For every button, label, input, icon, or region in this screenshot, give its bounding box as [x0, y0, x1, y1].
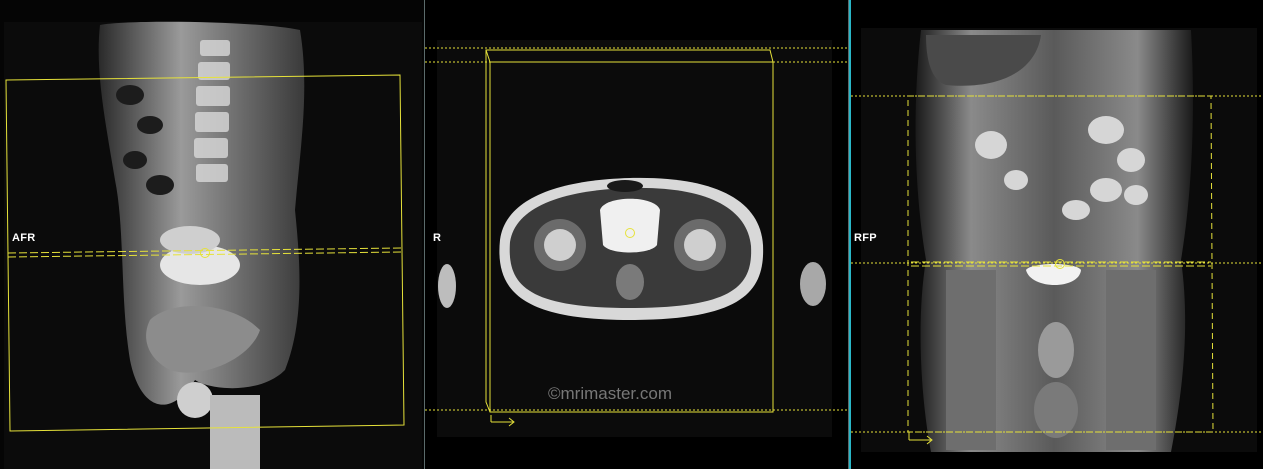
coronal-viewport[interactable]: RFP	[851, 0, 1263, 469]
sagittal-image	[0, 0, 424, 469]
orientation-label-sagittal: AFR	[12, 232, 36, 244]
orientation-label-coronal: RFP	[854, 232, 877, 244]
watermark: ©mrimaster.com	[548, 384, 672, 403]
orientation-label-axial: R	[433, 232, 442, 244]
sagittal-viewport[interactable]: AFR	[0, 0, 424, 469]
coronal-image	[851, 0, 1261, 469]
